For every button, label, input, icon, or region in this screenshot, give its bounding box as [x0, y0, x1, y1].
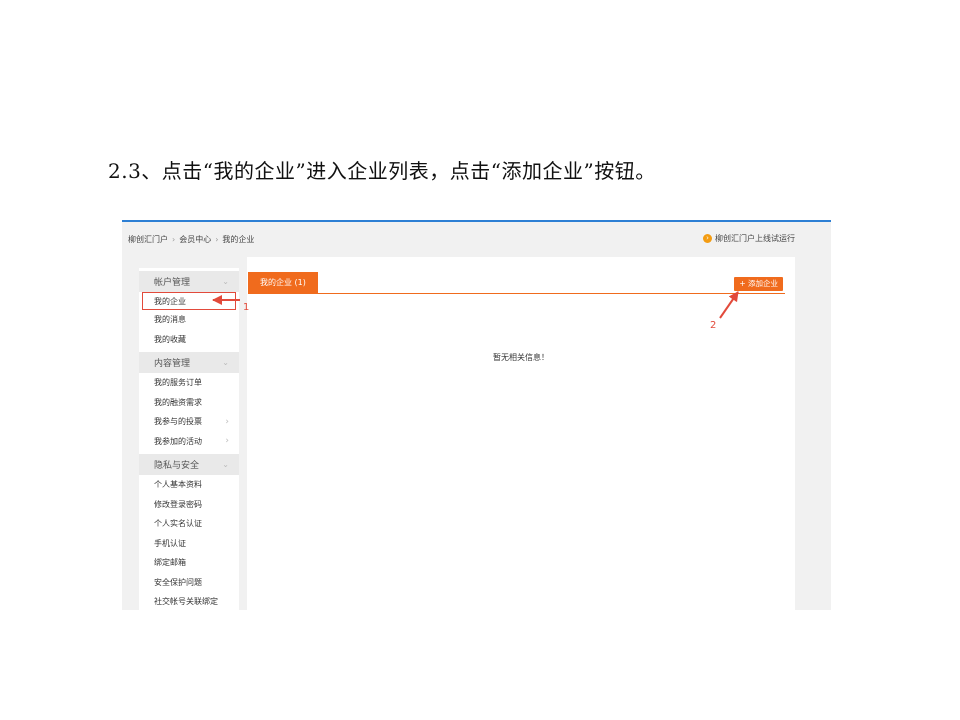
- sidebar-item-my-votes[interactable]: 我参与的投票 ›: [139, 412, 239, 432]
- chevron-down-icon: ⌄: [222, 358, 229, 367]
- sidebar-item-real-name[interactable]: 个人实名认证: [139, 514, 239, 534]
- sidebar-item-label: 我的收藏: [154, 334, 186, 344]
- sidebar-item-label: 社交帐号关联绑定: [154, 597, 218, 607]
- breadcrumb-separator: ›: [215, 235, 219, 244]
- sidebar-item-label: 我的融资需求: [154, 397, 202, 407]
- sidebar-group-title: 内容管理: [154, 359, 191, 369]
- sidebar-group-title: 隐私与安全: [154, 461, 200, 471]
- sidebar-item-service-orders[interactable]: 我的服务订单: [139, 373, 239, 393]
- sidebar-item-label: 修改登录密码: [154, 499, 202, 509]
- site-notice-text: 柳创汇门户上线试运行: [715, 234, 795, 243]
- breadcrumb-portal[interactable]: 柳创汇门户: [128, 234, 168, 245]
- sidebar-item-label: 绑定邮箱: [154, 558, 186, 568]
- sidebar-group-account[interactable]: 帐户管理 ⌄: [139, 271, 239, 292]
- breadcrumb: 柳创汇门户 › 会员中心 › 我的企业: [128, 234, 254, 245]
- breadcrumb-separator: ›: [172, 235, 176, 244]
- instruction-caption: 2.3、点击“我的企业”进入企业列表，点击“添加企业”按钮。: [108, 159, 656, 183]
- tab-my-enterprise[interactable]: 我的企业 (1): [248, 272, 318, 293]
- sidebar-item-label: 手机认证: [154, 538, 186, 548]
- sidebar-item-my-events[interactable]: 我参加的活动 ›: [139, 432, 239, 452]
- chevron-down-icon: ⌄: [222, 460, 229, 469]
- portal-screenshot: 柳创汇门户 › 会员中心 › 我的企业 › 柳创汇门户上线试运行 帐户管理 ⌄ …: [122, 220, 831, 610]
- empty-message: 暂无相关信息！: [493, 353, 549, 362]
- sidebar-item-social-binding[interactable]: 社交帐号关联绑定: [139, 592, 239, 610]
- chevron-right-icon: ›: [225, 416, 229, 427]
- sidebar-item-profile[interactable]: 个人基本资料: [139, 475, 239, 495]
- tab-underline: [248, 293, 785, 294]
- add-enterprise-button[interactable]: + 添加企业: [734, 277, 783, 291]
- sidebar-item-phone-verify[interactable]: 手机认证: [139, 534, 239, 554]
- breadcrumb-current: 我的企业: [222, 235, 255, 244]
- sidebar-item-label: 个人实名认证: [154, 519, 202, 529]
- chevron-down-icon: ⌄: [222, 277, 229, 286]
- info-icon: ›: [703, 234, 712, 243]
- annotation-label-1: 1: [243, 302, 250, 313]
- sidebar-item-label: 我的服务订单: [154, 378, 202, 388]
- sidebar-group-content[interactable]: 内容管理 ⌄: [139, 352, 239, 373]
- sidebar-item-security-question[interactable]: 安全保护问题: [139, 573, 239, 593]
- sidebar: 帐户管理 ⌄ 我的企业 我的消息 我的收藏 内容管理 ⌄ 我的服务订单 我的融资…: [139, 268, 239, 610]
- sidebar-item-label: 我的消息: [154, 315, 186, 325]
- sidebar-item-label: 安全保护问题: [154, 577, 202, 587]
- breadcrumb-member-center[interactable]: 会员中心: [179, 234, 211, 245]
- sidebar-item-label: 个人基本资料: [154, 480, 202, 490]
- sidebar-item-financing-needs[interactable]: 我的融资需求: [139, 393, 239, 413]
- sidebar-group-title: 帐户管理: [154, 278, 191, 288]
- sidebar-item-my-messages[interactable]: 我的消息: [139, 310, 239, 330]
- annotation-label-2: 2: [710, 320, 717, 331]
- sidebar-item-label: 我的企业: [154, 296, 186, 306]
- sidebar-item-my-favorites[interactable]: 我的收藏: [139, 330, 239, 350]
- sidebar-item-label: 我参加的活动: [154, 436, 202, 446]
- sidebar-item-my-enterprise[interactable]: 我的企业: [142, 292, 236, 310]
- sidebar-group-privacy[interactable]: 隐私与安全 ⌄: [139, 454, 239, 475]
- site-notice[interactable]: › 柳创汇门户上线试运行: [703, 233, 795, 244]
- sidebar-item-bind-email[interactable]: 绑定邮箱: [139, 553, 239, 573]
- chevron-right-icon: ›: [225, 436, 229, 447]
- main-content: 我的企业 (1) + 添加企业 暂无相关信息！: [247, 257, 795, 610]
- sidebar-item-change-password[interactable]: 修改登录密码: [139, 495, 239, 515]
- sidebar-item-label: 我参与的投票: [154, 417, 202, 427]
